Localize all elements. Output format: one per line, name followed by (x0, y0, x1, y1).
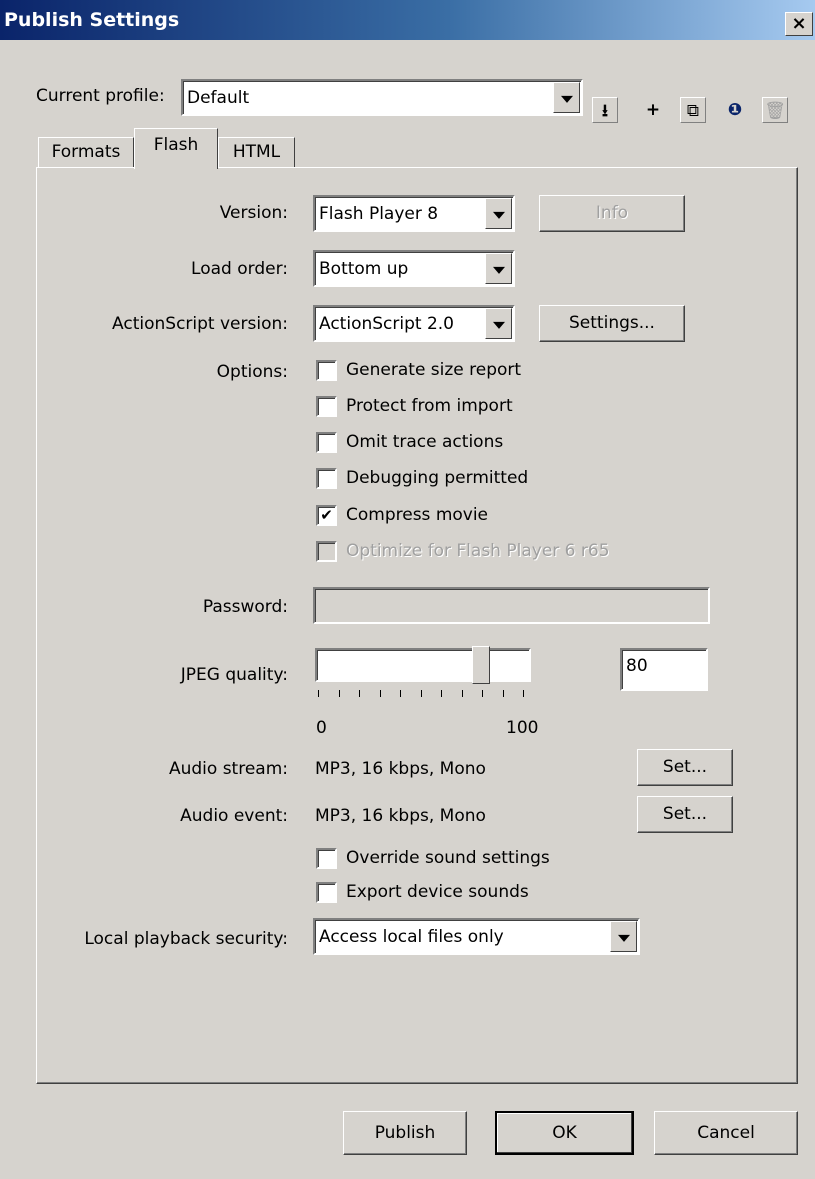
options-label: Options: (216, 362, 288, 382)
slider-tick (503, 690, 504, 697)
jpeg-quality-label: JPEG quality: (180, 665, 288, 685)
window-title: Publish Settings (4, 9, 180, 31)
optimize-flash-player-6-checkbox[interactable] (316, 541, 337, 562)
import-export-profile-button[interactable]: ⭳ (592, 97, 618, 123)
publish-button[interactable]: Publish (343, 1111, 467, 1155)
slider-tick (482, 690, 483, 697)
slider-tick (523, 690, 524, 697)
delete-icon: 🗑 (764, 101, 786, 121)
chevron-down-icon (485, 198, 512, 229)
audio-stream-set-label: Set... (662, 757, 708, 777)
jpeg-quality-max: 100 (506, 718, 539, 738)
local-playback-security-select[interactable]: Access local files only (313, 918, 640, 955)
actionscript-version-select[interactable]: ActionScript 2.0 (313, 305, 515, 342)
cancel-label: Cancel (697, 1123, 755, 1143)
omit-trace-actions-checkbox[interactable] (316, 432, 337, 453)
duplicate-icon: ⧉ (686, 101, 700, 121)
audio-stream-value: MP3, 16 kbps, Mono (315, 759, 486, 779)
protect-from-import-checkbox[interactable] (316, 396, 337, 417)
add-profile-button[interactable]: + (640, 97, 666, 123)
load-order-label: Load order: (191, 259, 288, 279)
add-icon: + (645, 100, 661, 120)
audio-stream-set-button[interactable]: Set... (637, 749, 733, 786)
actionscript-settings-label: Settings... (569, 313, 655, 333)
actionscript-version-label: ActionScript version: (112, 314, 288, 334)
jpeg-quality-ticks (318, 690, 524, 698)
current-profile-select[interactable]: Default (181, 79, 583, 116)
duplicate-profile-button[interactable]: ⧉ (680, 97, 706, 123)
tab-formats[interactable]: Formats (38, 137, 134, 167)
omit-trace-actions-label: Omit trace actions (346, 432, 504, 452)
jpeg-quality-value: 80 (626, 656, 648, 676)
jpeg-quality-input[interactable]: 80 (620, 648, 708, 691)
audio-stream-label: Audio stream: (168, 759, 288, 779)
tab-flash-label: Flash (153, 135, 199, 155)
tab-html-label: HTML (232, 142, 281, 162)
debugging-permitted-checkbox[interactable] (316, 468, 337, 489)
info-button-label: Info (595, 203, 629, 223)
chevron-down-icon (610, 921, 637, 952)
tab-html[interactable]: HTML (218, 137, 295, 167)
password-field[interactable] (313, 587, 710, 624)
compress-movie-label: Compress movie (346, 505, 489, 525)
optimize-flash-player-6-label: Optimize for Flash Player 6 r65 (346, 541, 610, 561)
local-playback-security-label: Local playback security: (84, 929, 288, 949)
ok-button[interactable]: OK (495, 1111, 634, 1155)
current-profile-label: Current profile: (36, 86, 165, 106)
compress-movie-checkbox[interactable]: ✔ (316, 505, 337, 526)
version-value: Flash Player 8 (319, 203, 439, 224)
version-select[interactable]: Flash Player 8 (313, 195, 515, 232)
generate-size-report-label: Generate size report (346, 360, 522, 380)
info-icon: ❶ (727, 100, 743, 120)
title-bar: Publish Settings × (0, 0, 815, 40)
checkmark-icon: ✔ (320, 506, 333, 524)
audio-event-value: MP3, 16 kbps, Mono (315, 806, 486, 826)
password-label: Password: (202, 597, 288, 617)
version-label: Version: (219, 203, 288, 223)
local-playback-security-value: Access local files only (319, 926, 504, 947)
jpeg-quality-slider[interactable] (315, 646, 531, 684)
slider-tick (400, 690, 401, 697)
ok-label: OK (552, 1123, 577, 1143)
slider-tick (421, 690, 422, 697)
actionscript-settings-button[interactable]: Settings... (539, 305, 685, 342)
export-device-sounds-checkbox[interactable] (316, 882, 337, 903)
slider-tick (462, 690, 463, 697)
delete-profile-button[interactable]: 🗑 (762, 97, 788, 123)
tab-flash[interactable]: Flash (134, 128, 218, 169)
slider-tick (339, 690, 340, 697)
profile-info-button[interactable]: ❶ (722, 97, 748, 123)
override-sound-settings-checkbox[interactable] (316, 848, 337, 869)
protect-from-import-label: Protect from import (346, 396, 513, 416)
chevron-down-icon (553, 82, 580, 113)
publish-label: Publish (374, 1123, 436, 1143)
close-button[interactable]: × (785, 12, 813, 36)
slider-tick (380, 690, 381, 697)
audio-event-set-button[interactable]: Set... (637, 796, 733, 833)
slider-tick (359, 690, 360, 697)
cancel-button[interactable]: Cancel (654, 1111, 798, 1155)
override-sound-settings-label: Override sound settings (346, 848, 550, 868)
audio-event-label: Audio event: (180, 806, 288, 826)
generate-size-report-checkbox[interactable] (316, 360, 337, 381)
slider-tick (318, 690, 319, 697)
info-button[interactable]: Info (539, 195, 685, 232)
load-order-value: Bottom up (319, 258, 409, 279)
actionscript-version-value: ActionScript 2.0 (319, 313, 454, 334)
tab-formats-label: Formats (51, 142, 121, 162)
import-export-icon: ⭳ (602, 101, 608, 121)
debugging-permitted-label: Debugging permitted (346, 468, 529, 488)
chevron-down-icon (485, 308, 512, 339)
jpeg-quality-slider-handle[interactable] (472, 646, 490, 684)
close-icon: × (791, 13, 807, 34)
chevron-down-icon (485, 253, 512, 284)
load-order-select[interactable]: Bottom up (313, 250, 515, 287)
export-device-sounds-label: Export device sounds (346, 882, 529, 902)
jpeg-quality-min: 0 (316, 718, 327, 738)
current-profile-value: Default (187, 87, 250, 108)
slider-tick (441, 690, 442, 697)
audio-event-set-label: Set... (662, 804, 708, 824)
